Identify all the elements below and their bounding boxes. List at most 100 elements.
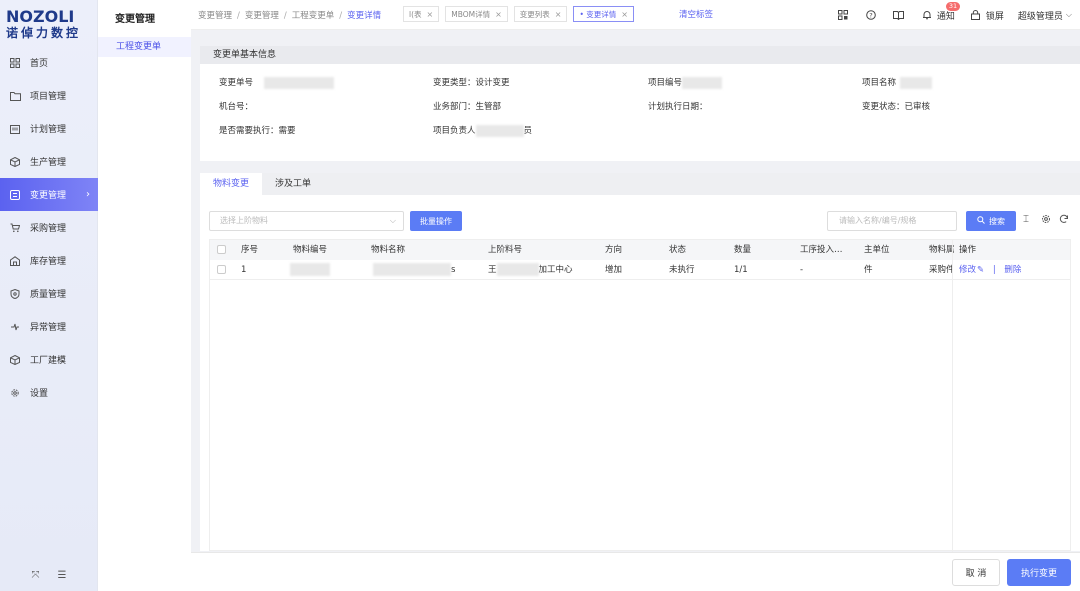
sidebar-item-settings[interactable]: 设置 [0,376,98,409]
tab-related-orders[interactable]: 涉及工单 [262,173,324,195]
material-table: 序号 物料编号 物料名称 上阶料号 方向 状态 数量 工序投入… 主单位 物料属… [209,239,1071,552]
redacted-value [263,76,334,89]
notification-button[interactable]: 通知 31 [920,2,961,22]
page-tab[interactable]: l(表 × [403,6,440,22]
book-icon[interactable] [892,8,906,22]
field-value: 需要 [278,126,296,136]
breadcrumb-item[interactable]: 变更管理 [245,11,279,21]
lock-screen-button[interactable]: 锁屏 [969,8,1004,22]
column-header: 数量 [734,245,752,255]
clear-tabs-link[interactable]: 清空标签 [679,8,713,20]
field-label: 项目名称 [862,78,897,88]
pm-field: 项目负责人 员 [433,124,532,137]
alert-icon [9,321,21,333]
row-checkbox[interactable] [217,265,226,274]
sidebar-footer: ⤧ ☰ [0,570,98,581]
cart-icon [9,222,21,234]
cell-actions: 修改✎ | 删除 [959,260,1021,280]
refresh-icon[interactable] [1059,214,1069,227]
field-label: 变更类型： [433,78,476,88]
menu-collapse-icon[interactable]: ☰ [58,570,67,581]
sidebar-item-factory[interactable]: 工厂建模 [0,343,98,376]
field-label: 计划执行日期： [648,102,708,112]
sidebar-item-label: 库存管理 [30,257,67,267]
subnav-item-engineering-change[interactable]: 工程变更单 [98,37,191,57]
close-icon[interactable]: × [427,10,434,19]
sidebar-item-home[interactable]: 首页 [0,46,98,79]
select-placeholder: 选择上阶物料 [220,216,268,225]
change-type-field: 变更类型：设计变更 [433,76,510,88]
sidebar-item-quality[interactable]: 质量管理 [0,277,98,310]
field-label: 是否需要执行： [219,126,279,136]
sidebar-item-change[interactable]: 变更管理 › [0,178,98,211]
bell-icon [920,8,934,22]
redacted-value [373,263,451,276]
field-label: 变更状态： [862,102,905,112]
field-label: 项目编号 [648,78,683,88]
search-input[interactable]: 请输入名称/编号/规格 [827,211,957,231]
page-tab-active[interactable]: • 变更详情 × [573,6,634,22]
expand-icon[interactable]: ⤧ [32,570,40,581]
column-header: 主单位 [864,245,890,255]
sidebar-item-label: 异常管理 [30,323,67,333]
cancel-button[interactable]: 取 消 [952,559,1000,586]
sidebar-item-label: 项目管理 [30,92,67,102]
sidebar-item-project[interactable]: 项目管理 [0,79,98,112]
column-height-icon[interactable]: ⌶ [1023,214,1029,225]
delete-link[interactable]: 删除 [1004,265,1021,275]
search-button[interactable]: 搜索 [966,211,1016,231]
breadcrumb-item[interactable]: 工程变更单 [292,11,335,21]
chevron-down-icon: ⌵ [1065,10,1072,19]
sidebar-item-label: 工厂建模 [30,356,67,366]
select-all-checkbox[interactable] [217,245,226,254]
settings-icon[interactable] [1041,214,1051,227]
page-tab[interactable]: MBOM详情 × [445,6,508,22]
cell-unit: 件 [864,265,873,275]
brand-name-cn: 诺倬力数控 [6,26,82,40]
shield-icon [9,288,21,300]
sidebar-item-production[interactable]: 生产管理 [0,145,98,178]
cell-text: 加工中心 [538,265,573,275]
cell-parent: 王 加工中心 [488,260,573,280]
project-name-field: 项目名称 [862,76,933,89]
page-tab-label: 变更列表 [519,9,550,19]
lock-icon [969,8,983,22]
sidebar-item-label: 生产管理 [30,158,67,168]
close-icon[interactable]: × [495,10,502,19]
edit-link[interactable]: 修改 [959,265,976,275]
column-header: 物料编号 [293,245,328,255]
redacted-value [496,263,539,276]
status-field: 变更状态：已审核 [862,100,930,112]
sidebar-item-purchase[interactable]: 采购管理 [0,211,98,244]
close-icon[interactable]: × [555,10,562,19]
page-tab[interactable]: 变更列表 × [513,6,568,22]
sidebar-item-exception[interactable]: 异常管理 [0,310,98,343]
sidebar-item-plan[interactable]: 计划管理 [0,112,98,145]
qrcode-icon[interactable] [836,8,850,22]
breadcrumb-item[interactable]: 变更管理 [198,11,232,21]
close-icon[interactable]: × [621,10,628,19]
column-header: 状态 [669,245,687,255]
detail-card: 物料变更 涉及工单 选择上阶物料 ⌵ 批量操作 请输入名称/编号/规格 搜索 ⌶ … [200,173,1080,552]
calendar-icon [9,123,21,135]
sidebar-item-inventory[interactable]: 库存管理 [0,244,98,277]
page-tab-label: • 变更详情 [579,9,617,19]
execute-change-button[interactable]: 执行变更 [1007,559,1071,586]
folder-icon [9,90,21,102]
field-label: 业务部门： [433,102,476,112]
field-label: 项目负责人 [433,126,476,136]
user-menu[interactable]: 超级管理员 ⌵ [1018,9,1072,22]
batch-operation-button[interactable]: 批量操作 [410,211,462,231]
parent-material-select[interactable]: 选择上阶物料 ⌵ [209,211,404,231]
grid-icon [9,57,21,69]
machine-field: 机台号： [219,100,253,112]
plan-date-field: 计划执行日期： [648,100,708,112]
cell-process: - [800,265,804,275]
help-icon[interactable]: ? [864,8,878,22]
subnav-title: 变更管理 [115,14,155,25]
search-button-label: 搜索 [989,216,1005,226]
change-no-field: 变更单号 [219,76,334,89]
sidebar-item-label: 采购管理 [30,224,67,234]
tab-material-change[interactable]: 物料变更 [200,173,263,195]
sidebar-item-label: 质量管理 [30,290,67,300]
